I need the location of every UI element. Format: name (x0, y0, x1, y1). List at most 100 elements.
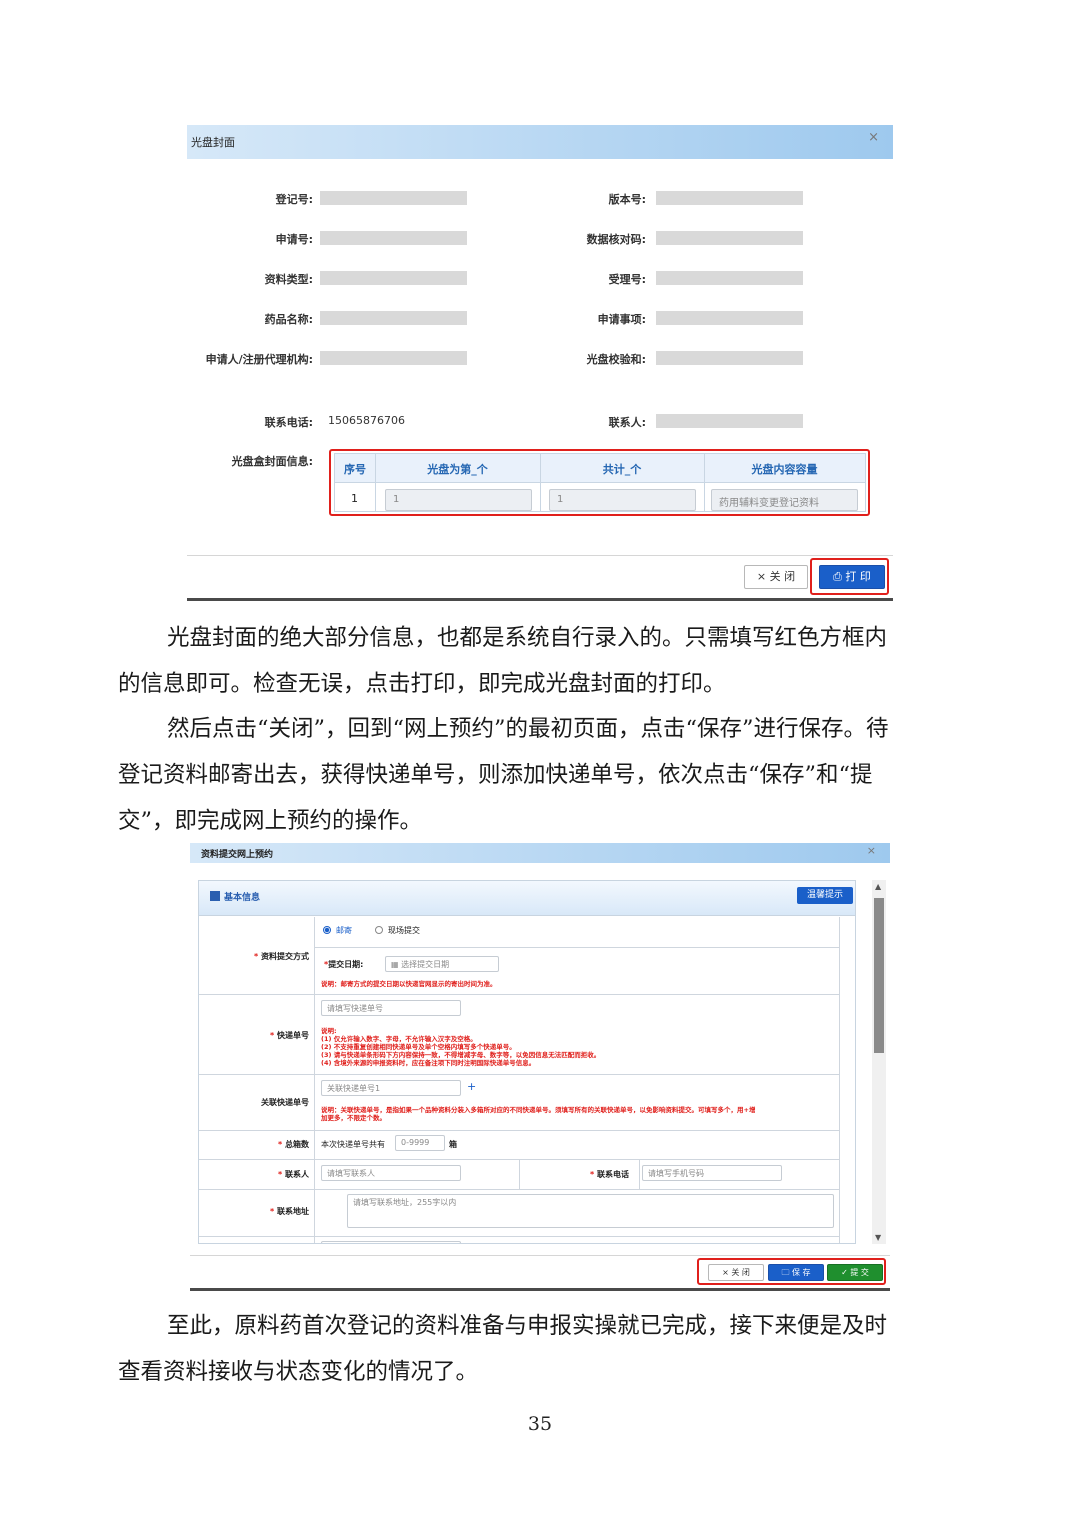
paragraph-2: 然后点击“关闭”，回到“网上预约”的最初页面，点击“保存”进行保存。待 (118, 706, 966, 752)
divider (190, 1288, 890, 1291)
text-line: 查看资料接收与状态变化的情况了。 (118, 1359, 479, 1385)
paragraph-3-cont: 查看资料接收与状态变化的情况了。 (118, 1349, 966, 1395)
dialog-titlebar: 资料提交网上预约 × (190, 843, 890, 863)
tracking-label: * 快递单号 (270, 1031, 309, 1040)
phone-label: * 联系电话 (590, 1170, 629, 1179)
tracking-notes: 说明: (1) 仅允许输入数字、字母，不允许输入汉字及空格。 (2) 不支持重复… (321, 1027, 601, 1067)
info-icon (210, 891, 220, 901)
dialog-title: 资料提交网上预约 (201, 850, 274, 860)
box-count-suffix: 箱 (449, 1140, 457, 1149)
address-textarea[interactable]: 请填写联系地址，255字以内 (347, 1194, 834, 1228)
field-label-checksum-code: 数据核对码: (586, 233, 646, 246)
radio-onsite-label: 现场提交 (388, 926, 420, 935)
disc-cover-dialog: 光盘封面 × 登记号: 申请号: 资料类型: 药品名称: 申请人/注册代理机构:… (187, 125, 893, 602)
close-button[interactable]: × 关 闭 (744, 565, 808, 589)
text-line: 然后点击“关闭”，回到“网上预约”的最初页面，点击“保存”进行保存。待 (167, 716, 889, 742)
tip-button[interactable]: 温馨提示 (797, 887, 853, 904)
hidden-input[interactable] (321, 1241, 461, 1243)
scrollbar-thumb[interactable] (874, 898, 884, 1053)
field-label-application-no: 申请号: (275, 233, 313, 246)
online-booking-dialog: 资料提交网上预约 × 基本信息 温馨提示 * 资料提交方式 邮寄 现场提交 *提… (190, 843, 890, 1292)
field-label-version-no: 版本号: (608, 193, 646, 206)
field-value-phone: 15065876706 (328, 414, 405, 427)
table-header: 序号 光盘为第_个 共计_个 光盘内容容量 (335, 454, 865, 483)
text-line: 登记资料邮寄出去，获得快递单号，则添加快递单号，依次点击“保存”和“提 (118, 762, 873, 788)
divider (199, 1074, 839, 1075)
field-value-application-no (320, 231, 467, 245)
divider (199, 1130, 839, 1131)
radio-mail[interactable] (323, 926, 331, 934)
dialog-titlebar: 光盘封面 × (187, 125, 893, 159)
paragraph-3: 至此，原料药首次登记的资料准备与申报实操就已完成，接下来便是及时 (118, 1303, 966, 1349)
field-value-disc-checksum (656, 351, 803, 365)
field-value-drug-name (320, 311, 467, 325)
text-line: 的信息即可。检查无误，点击打印，即完成光盘封面的打印。 (118, 671, 726, 697)
paragraph-1-cont: 的信息即可。检查无误，点击打印，即完成光盘封面的打印。 (118, 661, 966, 707)
content-input[interactable]: 药用辅料变更登记资料 (711, 489, 858, 511)
row-index: 1 (351, 492, 358, 505)
field-value-application-item (656, 311, 803, 325)
field-label-phone: 联系电话: (264, 416, 313, 429)
submit-date-input[interactable]: ▦ 选择提交日期 (385, 956, 499, 972)
field-label-disc-info: 光盘盒封面信息: (231, 455, 313, 468)
divider (839, 917, 840, 1243)
scrollbar[interactable]: ▲ ▼ (872, 880, 886, 1244)
related-tracking-input[interactable]: 关联快递单号1 (321, 1080, 461, 1096)
add-icon[interactable]: + (467, 1080, 476, 1093)
field-label-applicant: 申请人/注册代理机构: (205, 353, 313, 366)
submit-button[interactable]: ✓ 提 交 (827, 1264, 883, 1281)
divider (704, 454, 705, 511)
field-value-registration-no (320, 191, 467, 205)
box-count-input[interactable]: 0-9999 (395, 1135, 445, 1151)
field-value-acceptance-no (656, 271, 803, 285)
field-value-material-type (320, 271, 467, 285)
col-header-index: 序号 (344, 463, 366, 476)
basic-info-panel: 基本信息 温馨提示 * 资料提交方式 邮寄 现场提交 *提交日期: ▦ 选择提交… (198, 880, 856, 1244)
divider (190, 1255, 890, 1256)
text-line: 交”，即完成网上预约的操作。 (118, 808, 423, 834)
submit-method-label: * 资料提交方式 (254, 952, 309, 961)
total-input[interactable]: 1 (549, 489, 696, 511)
field-label-contact: 联系人: (608, 416, 646, 429)
calendar-icon: ▦ (391, 960, 402, 969)
dialog-title: 光盘封面 (191, 136, 235, 149)
field-label-material-type: 资料类型: (264, 273, 313, 286)
related-tracking-label: 关联快递单号 (261, 1098, 309, 1107)
disc-info-table: 序号 光盘为第_个 共计_个 光盘内容容量 1 1 1 药用辅料变更登记资料 (334, 453, 866, 512)
panel-header: 基本信息 温馨提示 (199, 881, 855, 916)
text-line: 至此，原料药首次登记的资料准备与申报实操就已完成，接下来便是及时 (167, 1313, 888, 1339)
page-number: 35 (527, 1413, 553, 1435)
scroll-up-icon[interactable]: ▲ (875, 882, 881, 891)
paragraph-2-cont: 登记资料邮寄出去，获得快递单号，则添加快递单号，依次点击“保存”和“提 交”，即… (118, 752, 966, 844)
date-note: 说明：邮寄方式的提交日期以快递官网显示的寄出时间为准。 (321, 980, 497, 988)
field-value-contact (656, 414, 803, 428)
close-icon[interactable]: × (867, 844, 876, 857)
field-value-applicant (320, 351, 467, 365)
close-button[interactable]: × 关 闭 (708, 1264, 764, 1281)
print-button[interactable]: ⎙ 打 印 (819, 565, 885, 589)
divider (540, 454, 541, 511)
phone-input[interactable]: 请填写手机号码 (642, 1165, 782, 1181)
tracking-input[interactable]: 请填写快递单号 (321, 1000, 461, 1016)
field-label-acceptance-no: 受理号: (608, 273, 646, 286)
divider (314, 917, 315, 1243)
divider (199, 1189, 839, 1190)
address-label: * 联系地址 (270, 1207, 309, 1216)
field-value-checksum-code (656, 231, 803, 245)
contact-input[interactable]: 请填写联系人 (321, 1165, 461, 1181)
field-label-application-item: 申请事项: (597, 313, 646, 326)
save-button[interactable]: 🗀 保 存 (768, 1264, 824, 1281)
section-title: 基本信息 (224, 893, 261, 903)
disc-no-input[interactable]: 1 (385, 489, 532, 511)
scroll-down-icon[interactable]: ▼ (875, 1233, 881, 1242)
divider (199, 1236, 839, 1237)
col-header-disc-no: 光盘为第_个 (427, 463, 488, 476)
divider (187, 598, 893, 601)
paragraph-1: 光盘封面的绝大部分信息，也都是系统自行录入的。只需填写红色方框内 (118, 615, 966, 661)
submit-date-label: *提交日期: (324, 960, 364, 969)
close-icon[interactable]: × (868, 130, 879, 145)
radio-onsite[interactable] (375, 926, 383, 934)
contact-label: * 联系人 (278, 1170, 309, 1179)
divider (187, 555, 893, 556)
col-header-total: 共计_个 (602, 463, 642, 476)
